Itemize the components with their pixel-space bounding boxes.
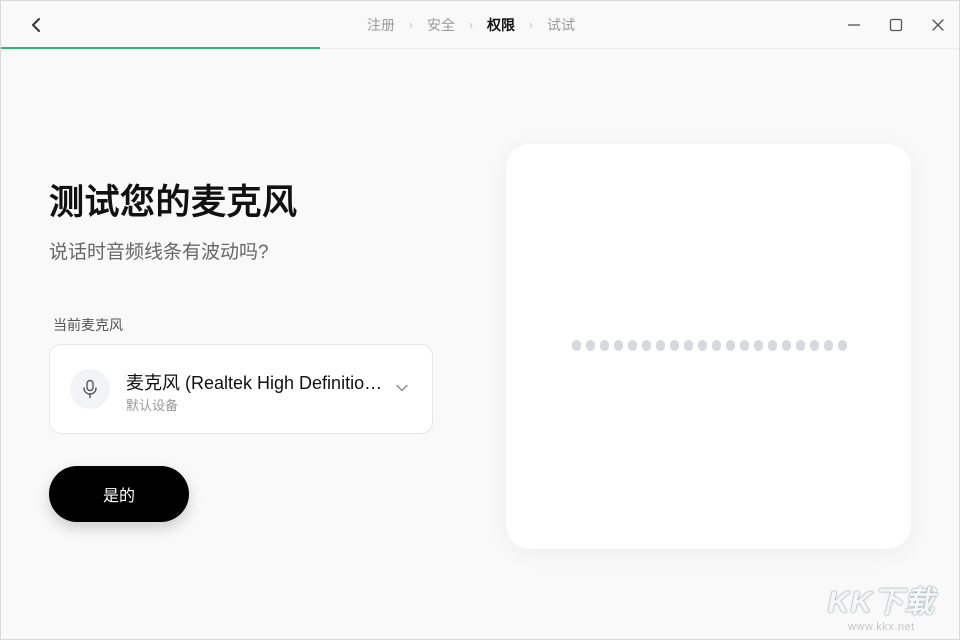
waveform-bar: [767, 340, 777, 351]
chevron-down-icon: [393, 379, 411, 397]
title-bar: 注册 › 安全 › 权限 › 试试: [1, 1, 959, 49]
back-button[interactable]: [23, 13, 49, 37]
chevron-left-icon: [32, 18, 40, 32]
waveform-bar: [711, 340, 721, 351]
waveform-bar: [697, 340, 707, 351]
minimize-icon: [848, 24, 860, 26]
step-separator: ›: [469, 18, 473, 32]
waveform-bar: [613, 340, 623, 351]
maximize-button[interactable]: [875, 1, 917, 49]
waveform-bar: [809, 340, 819, 351]
step-try[interactable]: 试试: [547, 15, 575, 35]
step-separator: ›: [409, 18, 413, 32]
waveform-bar: [753, 340, 763, 351]
microphone-device-name: 麦克风 (Realtek High Definition Audio): [126, 373, 388, 393]
watermark: KK下载 www.kkx.net: [828, 577, 935, 633]
waveform-bar: [781, 340, 791, 351]
waveform-bar: [641, 340, 651, 351]
waveform-bar: [725, 340, 735, 351]
waveform-bar: [837, 340, 847, 351]
waveform-bar: [795, 340, 805, 351]
audio-waveform: [572, 340, 847, 351]
step-register[interactable]: 注册: [367, 15, 395, 35]
waveform-bar: [823, 340, 833, 351]
step-separator: ›: [529, 18, 533, 32]
waveform-bar: [627, 340, 637, 351]
waveform-bar: [683, 340, 693, 351]
waveform-bar: [599, 340, 609, 351]
waveform-bar: [669, 340, 679, 351]
onboarding-progress-bar: [1, 47, 320, 49]
step-security[interactable]: 安全: [427, 15, 455, 35]
microphone-icon: [83, 379, 97, 399]
step-breadcrumb: 注册 › 安全 › 权限 › 试试: [367, 1, 575, 49]
waveform-bar: [739, 340, 749, 351]
watermark-url: www.kkx.net: [848, 621, 915, 633]
confirm-yes-button[interactable]: 是的: [49, 466, 189, 522]
microphone-select[interactable]: 麦克风 (Realtek High Definition Audio) 默认设备: [49, 344, 433, 434]
microphone-icon-badge: [70, 369, 110, 409]
audio-waveform-panel: [506, 144, 911, 549]
minimize-button[interactable]: [833, 1, 875, 49]
page-subtitle: 说话时音频线条有波动吗?: [49, 242, 269, 263]
close-button[interactable]: [917, 1, 959, 49]
window-controls: [833, 1, 959, 49]
page-title: 测试您的麦克风: [49, 183, 298, 222]
waveform-bar: [572, 340, 581, 351]
maximize-icon: [889, 18, 903, 32]
waveform-bar: [585, 340, 595, 351]
microphone-device-subtitle: 默认设备: [126, 398, 179, 413]
step-permissions[interactable]: 权限: [487, 15, 515, 35]
watermark-logo: KK下载: [827, 586, 935, 619]
close-icon: [932, 19, 944, 31]
microphone-section-label: 当前麦克风: [53, 317, 123, 333]
waveform-bar: [655, 340, 665, 351]
